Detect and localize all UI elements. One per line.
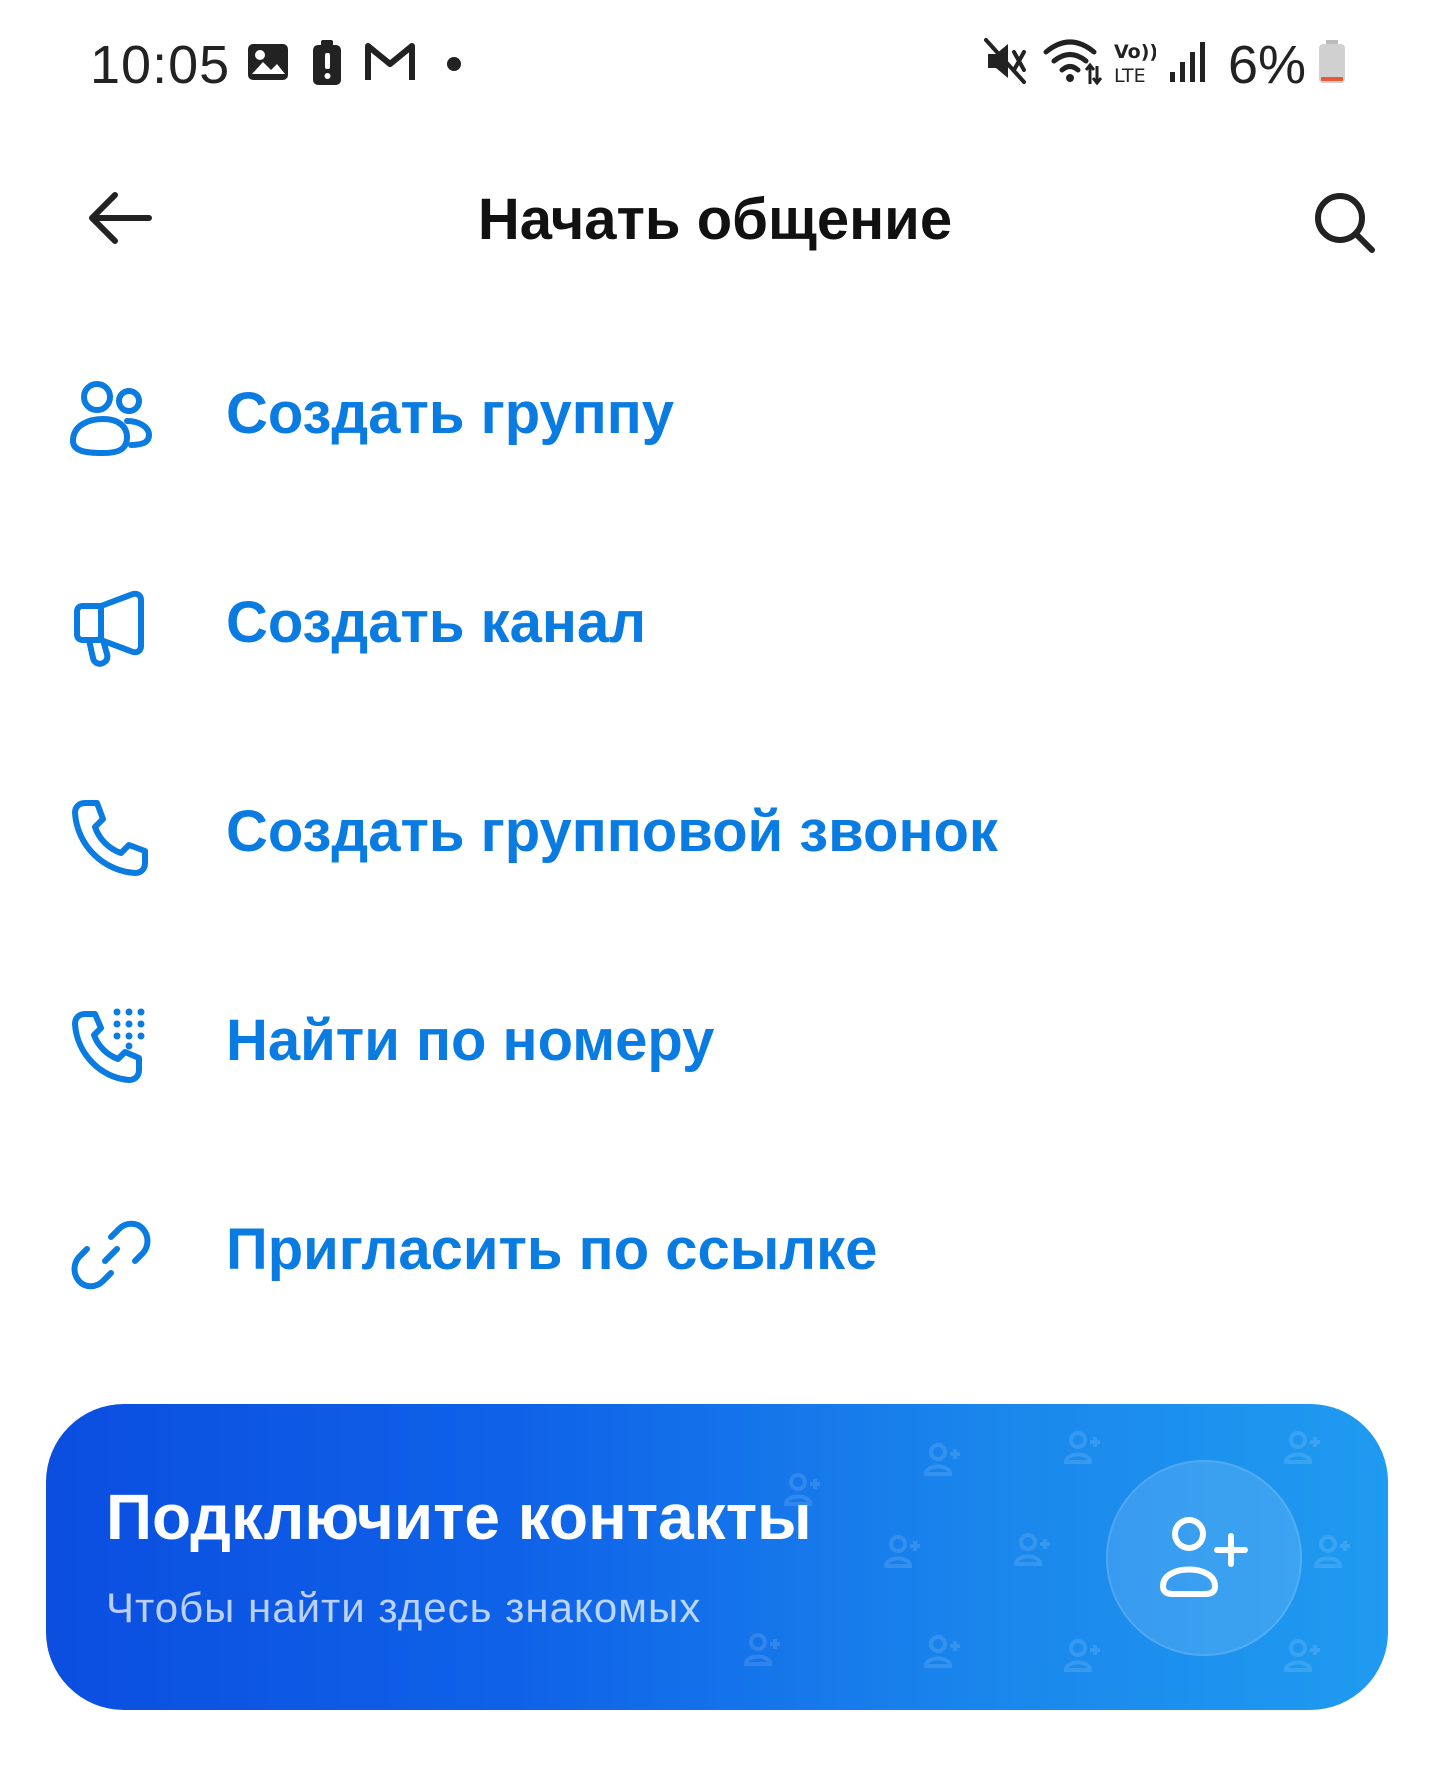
group-icon xyxy=(66,374,156,464)
add-contact-icon xyxy=(1159,1514,1249,1603)
menu-item-invite-by-link[interactable]: Пригласить по ссылке xyxy=(0,1146,1430,1355)
notification-dot-icon xyxy=(446,56,462,77)
phone-icon xyxy=(66,792,156,882)
action-menu: Создать группу Создать канал Создать гру… xyxy=(0,310,1430,1355)
menu-item-label: Найти по номеру xyxy=(226,1008,715,1073)
wifi-icon xyxy=(1042,36,1103,91)
connect-contacts-banner[interactable]: Подключите контакты Чтобы найти здесь зн… xyxy=(46,1404,1388,1710)
search-icon xyxy=(1312,190,1378,261)
battery-low-icon xyxy=(1318,40,1346,89)
menu-item-find-by-number[interactable]: Найти по номеру xyxy=(0,937,1430,1146)
menu-item-create-group[interactable]: Создать группу xyxy=(0,310,1430,519)
menu-item-label: Создать групповой звонок xyxy=(226,799,998,864)
menu-item-label: Создать канал xyxy=(226,590,647,655)
gallery-icon xyxy=(246,40,290,89)
menu-item-create-group-call[interactable]: Создать групповой звонок xyxy=(0,728,1430,937)
dialpad-phone-icon xyxy=(66,1001,156,1091)
menu-item-label: Создать группу xyxy=(226,381,675,446)
banner-title: Подключите контакты xyxy=(106,1481,812,1553)
megaphone-icon xyxy=(66,583,156,673)
svg-text:Vo)): Vo)) xyxy=(1114,41,1156,63)
vibrate-mute-icon xyxy=(984,36,1028,91)
menu-item-create-channel[interactable]: Создать канал xyxy=(0,519,1430,728)
status-time: 10:05 xyxy=(90,35,231,95)
battery-percent: 6% xyxy=(1228,35,1307,95)
search-button[interactable] xyxy=(1300,180,1390,270)
banner-subtitle: Чтобы найти здесь знакомых xyxy=(106,1584,702,1631)
page-title: Начать общение xyxy=(477,187,953,252)
gmail-icon xyxy=(364,40,416,89)
menu-item-label: Пригласить по ссылке xyxy=(226,1217,878,1282)
link-icon xyxy=(66,1210,156,1300)
header: Начать общение xyxy=(0,150,1430,280)
status-bar: 10:05 Vo)) LTE 6% xyxy=(0,0,1430,128)
volte-icon: Vo)) LTE xyxy=(1112,38,1158,91)
svg-text:LTE: LTE xyxy=(1114,65,1146,86)
battery-alert-icon xyxy=(312,40,342,91)
signal-icon xyxy=(1168,40,1208,89)
add-contact-button[interactable] xyxy=(1106,1460,1302,1656)
